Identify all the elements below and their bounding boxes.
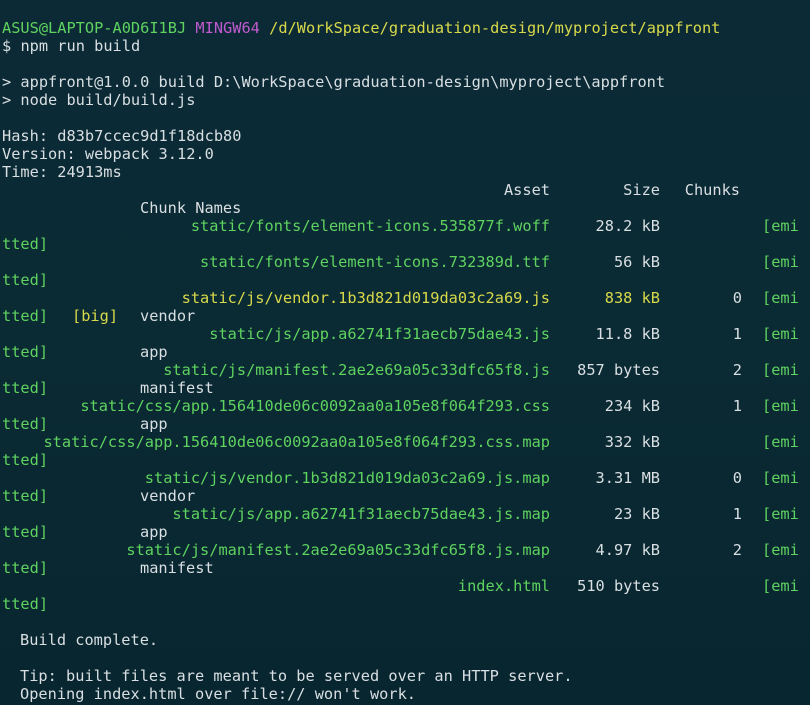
- emitted-flag: [emi: [762, 253, 799, 271]
- asset-size: 56 kB: [613, 253, 660, 271]
- build-hash: Hash: d83b7ccec9d1f18dcb80: [2, 127, 242, 145]
- emitted-flag: [emi: [762, 505, 799, 523]
- build-time: Time: 24913ms: [2, 163, 122, 181]
- asset-chunk: 2: [732, 541, 742, 559]
- emitted-flag-wrap: tted]: [2, 595, 49, 613]
- emitted-flag-wrap: tted]: [2, 559, 49, 577]
- prompt-path: /d/WorkSpace/graduation-design/myproject…: [269, 19, 721, 37]
- emitted-flag: [emi: [762, 397, 799, 415]
- chunk-name: manifest: [140, 559, 214, 577]
- asset-chunk: 1: [732, 397, 742, 415]
- asset-chunk: 0: [732, 469, 742, 487]
- emitted-flag: [emi: [762, 469, 799, 487]
- chunk-name: vendor: [140, 307, 196, 325]
- asset-chunk: 1: [732, 325, 742, 343]
- asset-size: 332 kB: [604, 433, 660, 451]
- emitted-flag: [emi: [762, 433, 799, 451]
- emitted-flag-wrap: tted]: [2, 415, 49, 433]
- asset-chunk: 1: [732, 505, 742, 523]
- npm-output-line: > node build/build.js: [2, 91, 196, 109]
- emitted-flag-wrap: tted]: [2, 523, 49, 541]
- terminal-window[interactable]: ASUS@LAPTOP-A0D6I1BJ MINGW64 /d/WorkSpac…: [0, 0, 810, 705]
- header-chunk-names: Chunk Names: [140, 199, 242, 217]
- chunk-name: manifest: [140, 379, 214, 397]
- emitted-flag: [emi: [762, 217, 799, 235]
- command-line: $ npm run build: [2, 37, 140, 55]
- webpack-version: Version: webpack 3.12.0: [2, 145, 214, 163]
- header-chunks: Chunks: [684, 181, 740, 199]
- tip-line: Tip: built files are meant to be served …: [20, 667, 573, 685]
- asset-size: 510 bytes: [577, 577, 660, 595]
- build-complete-message: Build complete.: [20, 631, 159, 649]
- asset-chunk: 2: [732, 361, 742, 379]
- asset-chunk: 0: [732, 289, 742, 307]
- command-text: npm run build: [20, 37, 141, 55]
- tip-line: Opening index.html over file:// won't wo…: [20, 685, 417, 703]
- emitted-flag-wrap: tted]: [2, 451, 49, 469]
- emitted-flag-wrap: tted]: [2, 487, 49, 505]
- emitted-flag-wrap: tted]: [2, 271, 49, 289]
- emitted-flag-wrap: tted]: [2, 343, 49, 361]
- npm-output-line: > appfront@1.0.0 build D:\WorkSpace\grad…: [2, 73, 666, 91]
- emitted-flag-wrap: tted]: [2, 379, 49, 397]
- emitted-flag: [emi: [762, 577, 799, 595]
- prompt-user-host: ASUS@LAPTOP-A0D6I1BJ: [2, 19, 187, 37]
- chunk-name: vendor: [140, 487, 196, 505]
- emitted-flag: [emi: [762, 361, 799, 379]
- chunk-name: app: [140, 523, 168, 541]
- prompt-line: ASUS@LAPTOP-A0D6I1BJ MINGW64 /d/WorkSpac…: [2, 19, 720, 37]
- emitted-flag: [emi: [762, 325, 799, 343]
- chunk-name: app: [140, 415, 168, 433]
- emitted-flag-wrap: tted]: [2, 235, 49, 253]
- prompt-symbol: $: [2, 37, 12, 55]
- chunk-name: app: [140, 343, 168, 361]
- prompt-system: MINGW64: [195, 19, 260, 37]
- big-flag: [big]: [72, 307, 119, 325]
- emitted-flag: [emi: [762, 541, 799, 559]
- emitted-flag: [emi: [762, 289, 799, 307]
- asset-size: 28.2 kB: [595, 217, 660, 235]
- emitted-flag-wrap: tted]: [2, 307, 49, 325]
